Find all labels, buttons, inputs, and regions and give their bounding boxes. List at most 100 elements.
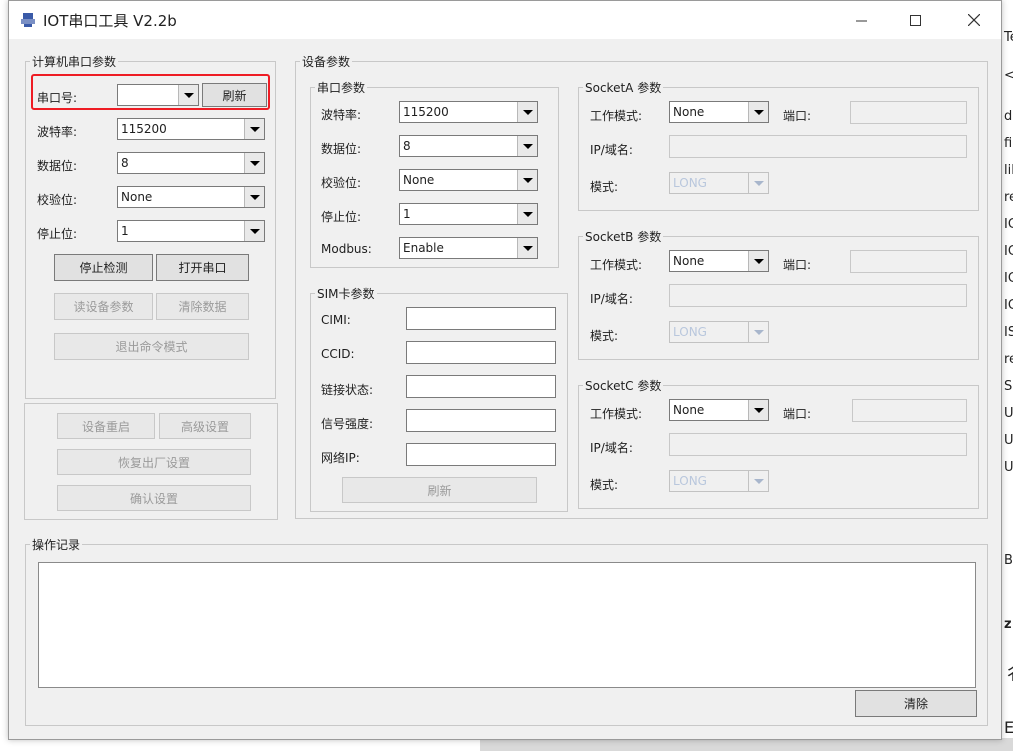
socket-a-type-dropdown-arrow[interactable] — [748, 173, 768, 193]
socket-c-type-dropdown-arrow[interactable] — [748, 471, 768, 491]
confirm-settings-button[interactable]: 确认设置 — [57, 485, 251, 511]
baud-dropdown-arrow[interactable] — [244, 119, 264, 139]
maximize-button[interactable] — [892, 1, 938, 39]
chevron-down-icon — [522, 109, 533, 115]
parity-select-value: None — [121, 190, 153, 204]
port-dropdown-arrow[interactable] — [178, 85, 198, 105]
stopbits-dropdown-arrow[interactable] — [244, 221, 264, 241]
socket-a-port-field[interactable] — [850, 101, 967, 124]
link-status-field[interactable] — [406, 375, 556, 398]
signal-strength-label: 信号强度: — [321, 417, 374, 431]
socket-c-mode-select[interactable]: None — [669, 399, 769, 421]
window-title: IOT串口工具 V2.2b — [43, 12, 177, 30]
socket-a-mode-select[interactable]: None — [669, 101, 769, 123]
databits-dropdown-arrow[interactable] — [244, 153, 264, 173]
close-icon — [968, 14, 980, 26]
socket-c-port-field[interactable] — [852, 399, 967, 422]
socket-c-type-select[interactable]: LONG — [669, 470, 769, 492]
background-text: 彳 — [1004, 660, 1013, 686]
socket-a-mode-dropdown-arrow[interactable] — [748, 102, 768, 122]
socket-b-ip-field[interactable] — [669, 284, 967, 307]
signal-strength-field[interactable] — [406, 409, 556, 432]
socket-b-type-value: LONG — [673, 325, 707, 339]
stopbits-select[interactable]: 1 — [117, 220, 265, 242]
close-button[interactable] — [951, 1, 997, 39]
background-text: Te — [1004, 30, 1013, 45]
network-ip-field[interactable] — [406, 443, 556, 466]
chevron-down-icon — [249, 228, 260, 234]
device-modbus-dropdown-arrow[interactable] — [517, 238, 537, 258]
device-stopbits-select[interactable]: 1 — [399, 203, 538, 225]
ccid-label: CCID: — [321, 347, 355, 361]
minimize-button[interactable] — [838, 1, 884, 39]
refresh-port-button[interactable]: 刷新 — [202, 83, 267, 107]
socket-c-ip-field[interactable] — [669, 433, 967, 456]
socket-a-mode-value: None — [673, 105, 705, 119]
device-parity-select-value: None — [403, 173, 435, 187]
socket-b-type-select[interactable]: LONG — [669, 321, 769, 343]
parity-label: 校验位: — [37, 193, 78, 207]
background-text: IS — [1004, 325, 1013, 340]
device-stopbits-dropdown-arrow[interactable] — [517, 204, 537, 224]
read-params-button[interactable]: 读设备参数 — [54, 293, 153, 320]
exit-command-mode-button[interactable]: 退出命令模式 — [54, 333, 249, 360]
app-icon — [21, 13, 35, 27]
device-baud-select-value: 115200 — [403, 105, 449, 119]
background-text: U — [1004, 433, 1013, 448]
socket-a-ip-label: IP/域名: — [590, 143, 633, 157]
socket-a-type-select[interactable]: LONG — [669, 172, 769, 194]
device-stopbits-select-value: 1 — [403, 207, 411, 221]
operation-log-title: 操作记录 — [32, 538, 81, 552]
chevron-down-icon — [522, 245, 533, 251]
background-text: fi — [1004, 136, 1013, 151]
background-text: < — [1004, 68, 1013, 83]
stopbits-label: 停止位: — [37, 227, 78, 241]
socket-c-mode-dropdown-arrow[interactable] — [748, 400, 768, 420]
background-text: IC — [1004, 244, 1013, 259]
stop-detect-button[interactable]: 停止检测 — [54, 254, 153, 281]
sim-refresh-button[interactable]: 刷新 — [342, 477, 537, 503]
databits-label: 数据位: — [37, 159, 78, 173]
socket-b-port-field[interactable] — [850, 250, 967, 273]
advanced-settings-button[interactable]: 高级设置 — [159, 413, 251, 439]
baud-select[interactable]: 115200 — [117, 118, 265, 140]
socket-b-type-dropdown-arrow[interactable] — [748, 322, 768, 342]
device-databits-label: 数据位: — [321, 142, 362, 156]
socket-b-mode-value: None — [673, 254, 705, 268]
ccid-field[interactable] — [406, 341, 556, 364]
device-parity-label: 校验位: — [321, 176, 362, 190]
device-parity-select[interactable]: None — [399, 169, 538, 191]
device-databits-dropdown-arrow[interactable] — [517, 136, 537, 156]
socket-a-ip-field[interactable] — [669, 135, 967, 158]
socket-b-port-label: 端口: — [783, 258, 812, 272]
restart-device-button[interactable]: 设备重启 — [57, 413, 155, 439]
device-parity-dropdown-arrow[interactable] — [517, 170, 537, 190]
socket-b-mode-dropdown-arrow[interactable] — [748, 251, 768, 271]
clear-log-button[interactable]: 清除 — [855, 690, 977, 717]
parity-dropdown-arrow[interactable] — [244, 187, 264, 207]
databits-select[interactable]: 8 — [117, 152, 265, 174]
title-bar[interactable]: IOT串口工具 V2.2b — [9, 1, 1001, 39]
parity-select[interactable]: None — [117, 186, 265, 208]
log-textarea[interactable] — [38, 562, 976, 688]
device-modbus-select[interactable]: Enable — [399, 237, 538, 259]
factory-reset-button[interactable]: 恢复出厂设置 — [57, 449, 251, 475]
background-text: IC — [1004, 271, 1013, 286]
clear-data-button[interactable]: 清除数据 — [156, 293, 249, 320]
device-databits-select[interactable]: 8 — [399, 135, 538, 157]
chevron-down-icon — [753, 478, 764, 484]
background-text: S — [1004, 379, 1013, 394]
cimi-field[interactable] — [406, 307, 556, 330]
socket-b-mode-select[interactable]: None — [669, 250, 769, 272]
device-baud-select[interactable]: 115200 — [399, 101, 538, 123]
port-select[interactable] — [117, 84, 199, 106]
device-baud-dropdown-arrow[interactable] — [517, 102, 537, 122]
chevron-down-icon — [249, 194, 260, 200]
socket-a-port-label: 端口: — [783, 109, 812, 123]
background-text: E — [1004, 718, 1013, 737]
open-port-button[interactable]: 打开串口 — [156, 254, 249, 281]
background-text: re — [1004, 352, 1013, 367]
socket-c-group-title: SocketC 参数 — [585, 379, 662, 393]
device-serial-group-title: 串口参数 — [317, 81, 366, 95]
background-text: B — [1004, 553, 1013, 568]
